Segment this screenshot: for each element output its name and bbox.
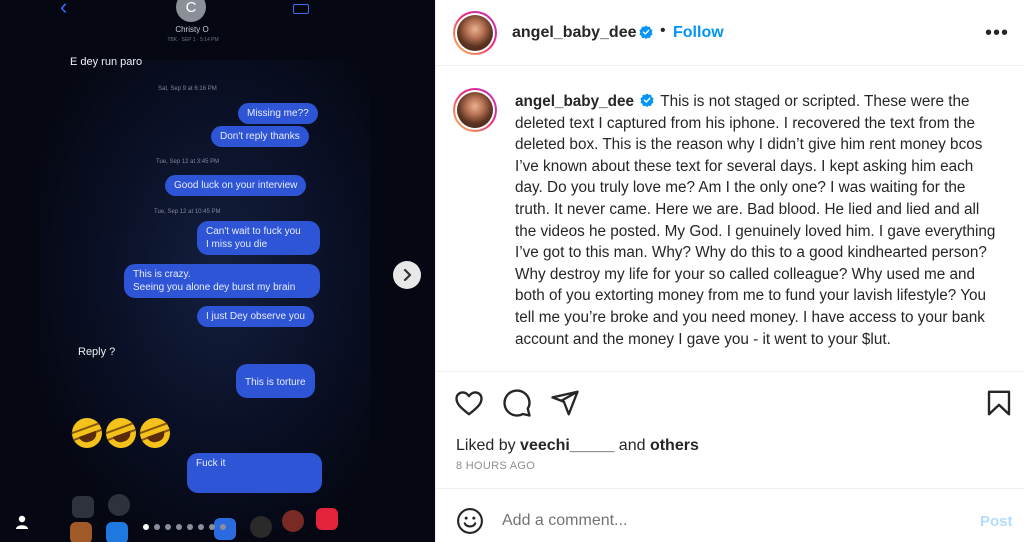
- verified-badge-icon: [639, 25, 653, 39]
- message-received: E dey run paro: [70, 56, 143, 68]
- message-timestamp: Sat, Sep 9 at 6:16 PM: [158, 86, 217, 92]
- caption-avatar[interactable]: [453, 88, 497, 132]
- camera-icon: [72, 496, 94, 518]
- like-heart-icon[interactable]: [454, 388, 484, 418]
- user-icon: [16, 515, 28, 529]
- post-media[interactable]: ‹ C Christy O TBK · SEP 1 · 5:14 PM E de…: [0, 0, 435, 542]
- likes-others-link[interactable]: others: [650, 437, 699, 454]
- caption-text-block: angel_baby_dee This is not staged or scr…: [515, 91, 1000, 350]
- message-sent: Fuck it: [187, 453, 322, 493]
- liker-username[interactable]: veechi_____: [520, 437, 614, 454]
- avatar[interactable]: [453, 11, 497, 55]
- likes-middle: and: [614, 437, 650, 454]
- carousel-dot: [165, 524, 171, 530]
- carousel-dot: [220, 524, 226, 530]
- message-sent: I just Dey observe you: [197, 306, 314, 327]
- app-dock: [62, 492, 352, 542]
- post-panel: angel_baby_dee • Follow ••• angel_baby_d…: [435, 0, 1024, 542]
- action-bar: [436, 371, 1024, 431]
- emoji-message: [67, 413, 175, 453]
- rofl-emoji-icon: [67, 413, 107, 453]
- rofl-emoji-icon: [101, 413, 141, 453]
- post-header: angel_baby_dee • Follow •••: [436, 0, 1024, 66]
- message-sent: Don't reply thanks: [211, 126, 309, 147]
- verified-badge-icon: [640, 93, 654, 107]
- emoji-icon[interactable]: [456, 507, 484, 535]
- more-options-icon[interactable]: •••: [985, 22, 1009, 45]
- photos-icon: [70, 522, 92, 542]
- message-sent: Can't wait to fuck you I miss you die: [197, 221, 320, 255]
- next-slide-button[interactable]: [393, 261, 421, 289]
- message-timestamp: Tue, Sep 12 at 3:45 PM: [156, 159, 220, 165]
- caption-username[interactable]: angel_baby_dee: [515, 93, 634, 110]
- message-line: I miss you die: [206, 239, 268, 250]
- carousel-dot: [176, 524, 182, 530]
- post-comment-button[interactable]: Post: [980, 513, 1013, 530]
- message-line: This is crazy.: [133, 269, 191, 280]
- likes-summary: Liked by veechi_____ and others: [456, 437, 699, 455]
- message-sent: This is torture: [236, 364, 315, 398]
- comment-composer: Post: [436, 488, 1024, 542]
- carousel-indicator: [143, 524, 226, 530]
- contact-avatar: C: [176, 0, 206, 22]
- video-call-icon: [293, 4, 309, 14]
- follow-button[interactable]: Follow: [673, 24, 724, 42]
- carousel-dot: [209, 524, 215, 530]
- message-sent: Good luck on your interview: [165, 175, 307, 196]
- profile-photo: [457, 92, 493, 128]
- carousel-dot: [187, 524, 193, 530]
- memoji-icon: [250, 516, 272, 538]
- comment-icon[interactable]: [502, 388, 532, 418]
- message-received: Reply ?: [78, 346, 116, 358]
- app-store-icon: [108, 494, 130, 516]
- message-sent: This is crazy. Seeing you alone dey burs…: [124, 264, 320, 298]
- message-line: Can't wait to fuck you: [206, 226, 301, 237]
- likes-prefix: Liked by: [456, 437, 521, 454]
- app-store-blue-icon: [106, 522, 128, 542]
- caption-body: This is not staged or scripted. These we…: [515, 93, 996, 348]
- post-caption: angel_baby_dee This is not staged or scr…: [436, 67, 1024, 371]
- music-icon: [316, 508, 338, 530]
- profile-photo: [457, 15, 493, 51]
- contact-subtitle: TBK · SEP 1 · 5:14 PM: [167, 37, 219, 43]
- share-icon[interactable]: [550, 388, 580, 418]
- tagged-users-button[interactable]: [10, 510, 34, 534]
- message-line: Seeing you alone dey burst my brain: [133, 282, 296, 293]
- message-sent: Missing me??: [238, 103, 318, 124]
- message-timestamp: Tue, Sep 12 at 10:45 PM: [154, 209, 221, 215]
- comment-input[interactable]: [502, 507, 962, 535]
- chevron-right-icon: [403, 269, 412, 281]
- contact-name: Christy O: [175, 25, 209, 34]
- carousel-dot: [198, 524, 204, 530]
- post-timestamp[interactable]: 8 HOURS AGO: [456, 460, 535, 472]
- save-bookmark-icon[interactable]: [984, 388, 1014, 418]
- sticker-icon: [282, 510, 304, 532]
- separator: •: [660, 22, 666, 39]
- author-username[interactable]: angel_baby_dee: [512, 24, 637, 42]
- carousel-dot: [154, 524, 160, 530]
- rofl-emoji-icon: [135, 413, 175, 453]
- back-chevron-icon: ‹: [60, 0, 68, 19]
- carousel-dot-active: [143, 524, 149, 530]
